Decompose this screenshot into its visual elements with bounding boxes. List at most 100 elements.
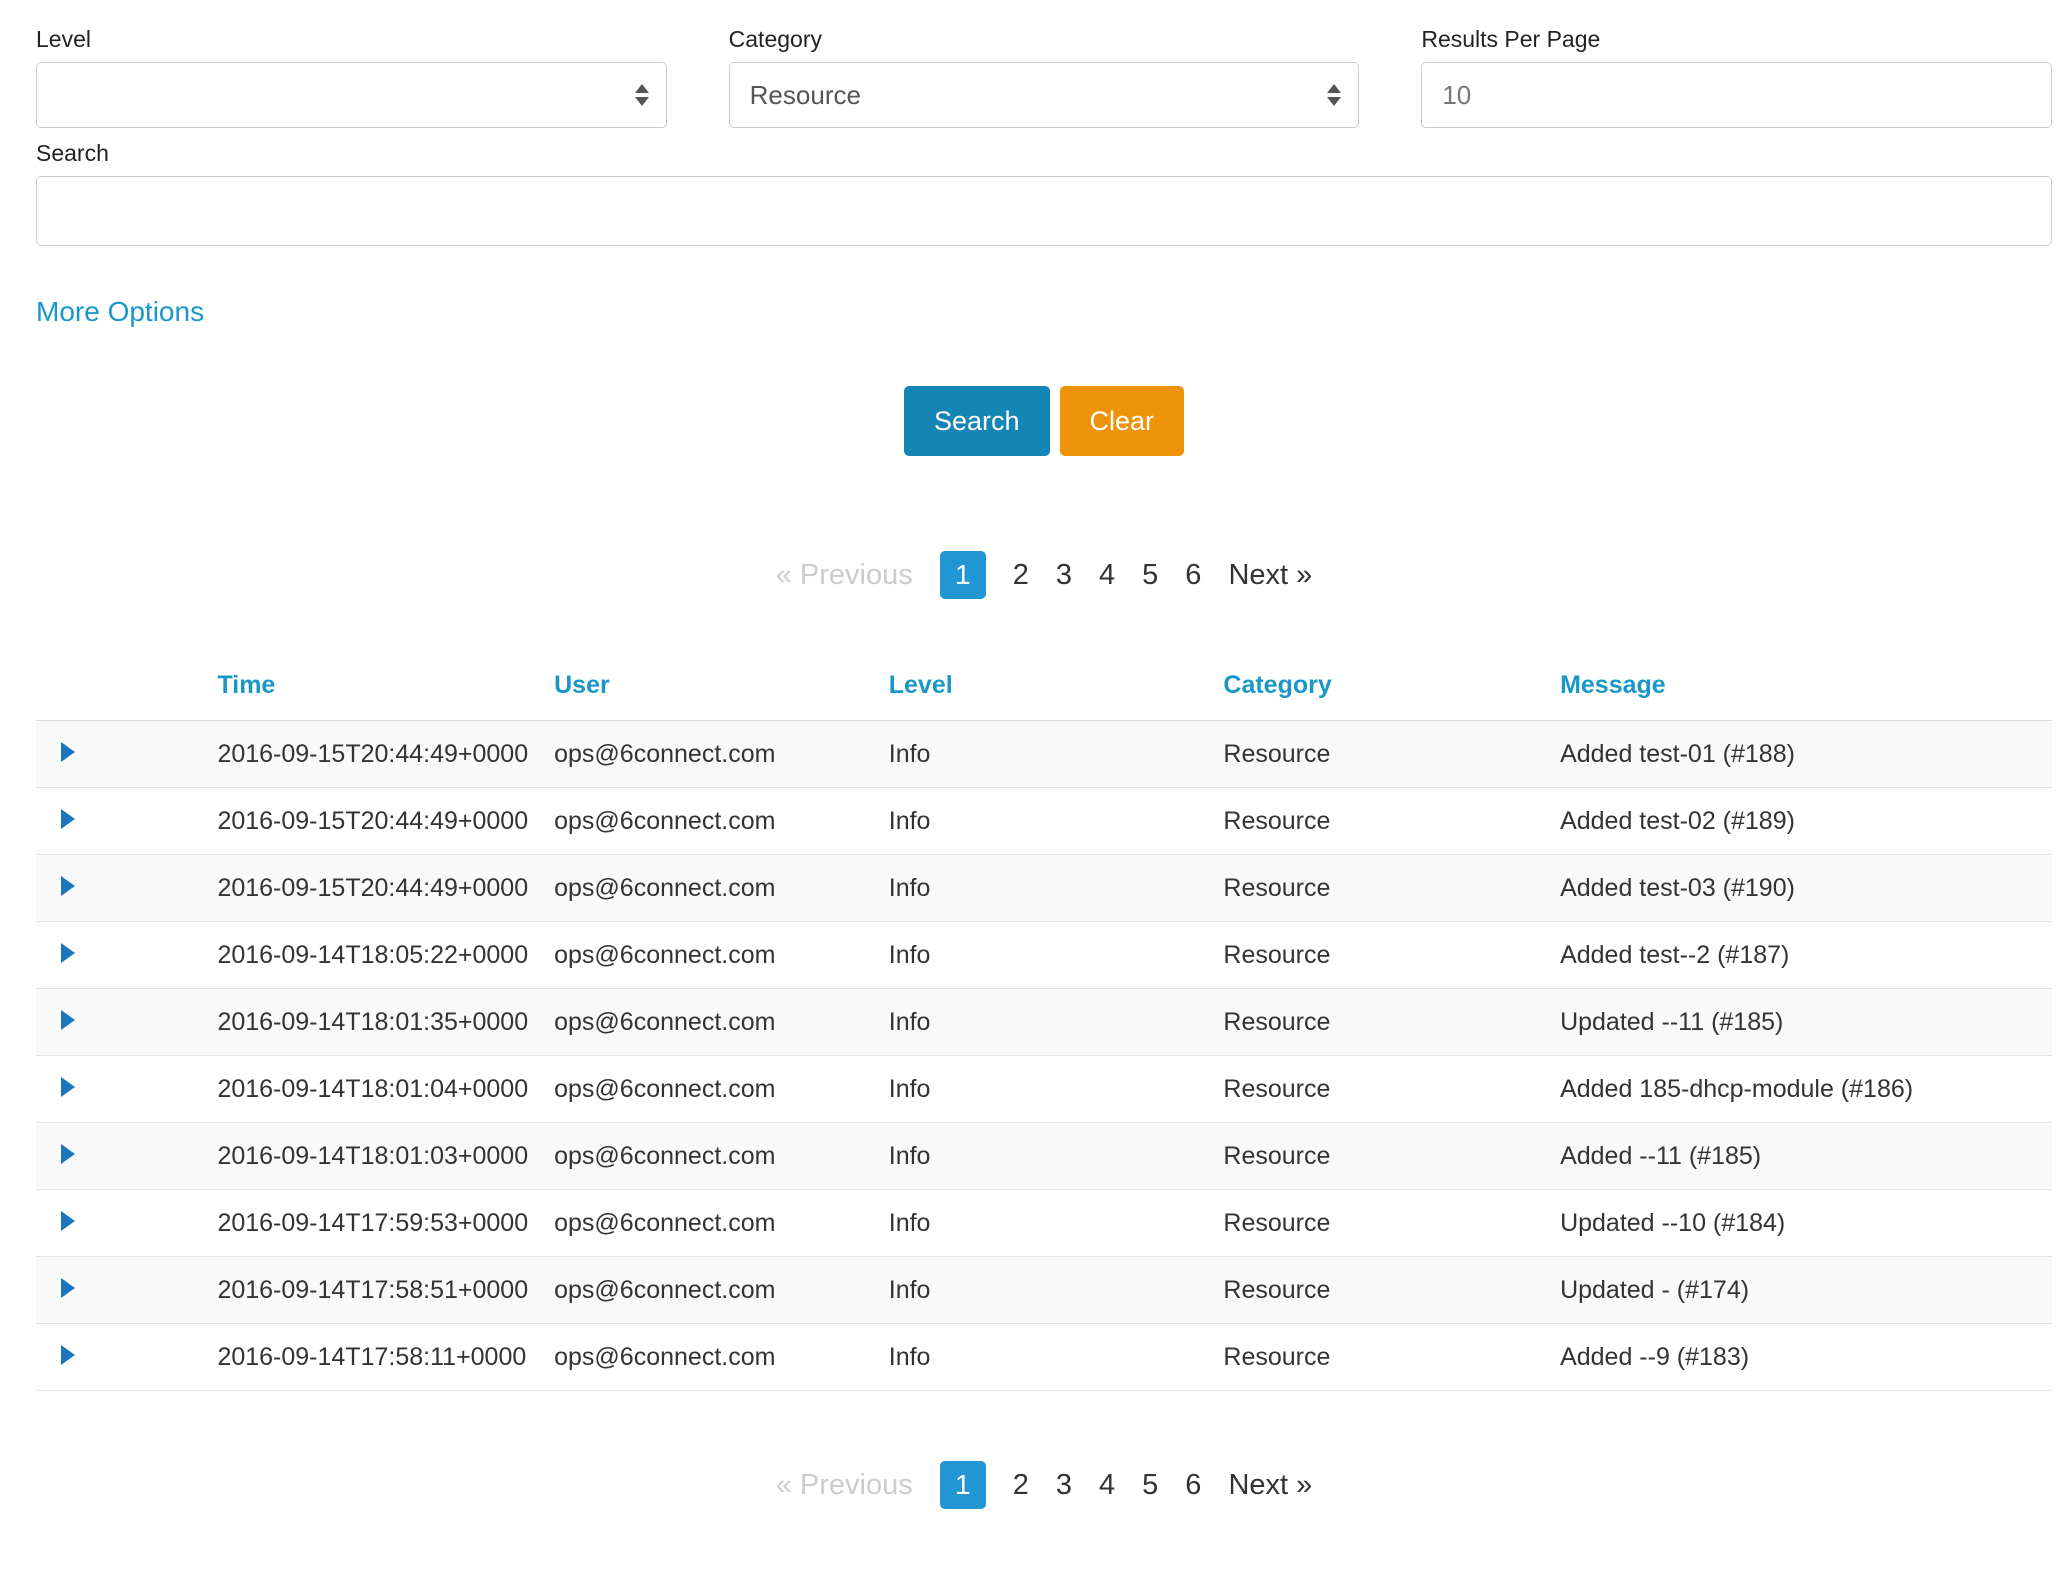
- cell-user: ops@6connect.com: [554, 788, 889, 855]
- header-level: Level: [889, 671, 1224, 721]
- pagination-page-3[interactable]: 3: [1056, 1469, 1072, 1502]
- search-input[interactable]: [36, 176, 2052, 246]
- cell-time: 2016-09-15T20:44:49+0000: [217, 855, 554, 922]
- pagination-page-6[interactable]: 6: [1185, 559, 1201, 592]
- cell-category: Resource: [1223, 1257, 1560, 1324]
- pagination-top: « Previous 123456 Next »: [36, 551, 2052, 599]
- table-row: 2016-09-15T20:44:49+0000 ops@6connect.co…: [36, 855, 2052, 922]
- cell-category: Resource: [1223, 855, 1560, 922]
- cell-user: ops@6connect.com: [554, 989, 889, 1056]
- results-per-page-group: Results Per Page: [1421, 26, 2052, 128]
- category-select-wrap: Resource: [729, 62, 1360, 128]
- level-filter-group: Level: [36, 26, 667, 128]
- results-per-page-input[interactable]: [1421, 62, 2052, 128]
- cell-message: Added test-03 (#190): [1560, 855, 2052, 922]
- expand-row-icon[interactable]: [61, 1278, 75, 1298]
- table-header-row: Time User Level Category Message: [36, 671, 2052, 721]
- pagination-next[interactable]: Next »: [1228, 1469, 1312, 1502]
- results-per-page-label: Results Per Page: [1421, 26, 2052, 53]
- pagination-page-2[interactable]: 2: [1013, 1469, 1029, 1502]
- pagination-previous[interactable]: « Previous: [776, 559, 913, 592]
- cell-message: Updated --11 (#185): [1560, 989, 2052, 1056]
- search-row: Search: [36, 140, 2052, 246]
- expand-row-icon[interactable]: [61, 943, 75, 963]
- cell-user: ops@6connect.com: [554, 1257, 889, 1324]
- cell-time: 2016-09-14T17:59:53+0000: [217, 1190, 554, 1257]
- cell-user: ops@6connect.com: [554, 855, 889, 922]
- cell-level: Info: [889, 922, 1224, 989]
- expand-row-icon[interactable]: [61, 742, 75, 762]
- table-row: 2016-09-14T17:58:11+0000 ops@6connect.co…: [36, 1324, 2052, 1391]
- pagination-next[interactable]: Next »: [1228, 559, 1312, 592]
- cell-user: ops@6connect.com: [554, 1123, 889, 1190]
- cell-user: ops@6connect.com: [554, 1056, 889, 1123]
- cell-time: 2016-09-15T20:44:49+0000: [217, 788, 554, 855]
- cell-time: 2016-09-14T18:05:22+0000: [217, 922, 554, 989]
- expand-row-icon[interactable]: [61, 809, 75, 829]
- expand-cell: [36, 1324, 217, 1391]
- cell-category: Resource: [1223, 1056, 1560, 1123]
- cell-message: Added test-02 (#189): [1560, 788, 2052, 855]
- expand-cell: [36, 1190, 217, 1257]
- header-user: User: [554, 671, 889, 721]
- pagination-page-5[interactable]: 5: [1142, 1469, 1158, 1502]
- log-table-body: 2016-09-15T20:44:49+0000 ops@6connect.co…: [36, 721, 2052, 1391]
- category-label: Category: [729, 26, 1360, 53]
- cell-level: Info: [889, 1123, 1224, 1190]
- expand-row-icon[interactable]: [61, 1211, 75, 1231]
- cell-level: Info: [889, 1324, 1224, 1391]
- cell-message: Added 185-dhcp-module (#186): [1560, 1056, 2052, 1123]
- table-row: 2016-09-14T17:58:51+0000 ops@6connect.co…: [36, 1257, 2052, 1324]
- pagination-page-5[interactable]: 5: [1142, 559, 1158, 592]
- table-row: 2016-09-14T18:01:35+0000 ops@6connect.co…: [36, 989, 2052, 1056]
- cell-level: Info: [889, 1190, 1224, 1257]
- cell-level: Info: [889, 1257, 1224, 1324]
- expand-row-icon[interactable]: [61, 1345, 75, 1365]
- category-select[interactable]: Resource: [729, 62, 1360, 128]
- cell-category: Resource: [1223, 721, 1560, 788]
- cell-message: Updated --10 (#184): [1560, 1190, 2052, 1257]
- filters-row: Level Category Resource Results Per Page: [36, 26, 2052, 128]
- clear-button[interactable]: Clear: [1060, 386, 1185, 456]
- cell-message: Updated - (#174): [1560, 1257, 2052, 1324]
- pagination-page-1[interactable]: 1: [940, 551, 986, 599]
- level-select[interactable]: [36, 62, 667, 128]
- search-button[interactable]: Search: [904, 386, 1050, 456]
- cell-category: Resource: [1223, 788, 1560, 855]
- cell-time: 2016-09-14T17:58:11+0000: [217, 1324, 554, 1391]
- cell-time: 2016-09-14T17:58:51+0000: [217, 1257, 554, 1324]
- cell-category: Resource: [1223, 1123, 1560, 1190]
- pagination-page-6[interactable]: 6: [1185, 1469, 1201, 1502]
- expand-row-icon[interactable]: [61, 1010, 75, 1030]
- expand-cell: [36, 1056, 217, 1123]
- level-select-wrap: [36, 62, 667, 128]
- table-row: 2016-09-14T18:01:04+0000 ops@6connect.co…: [36, 1056, 2052, 1123]
- expand-row-icon[interactable]: [61, 1077, 75, 1097]
- table-row: 2016-09-15T20:44:49+0000 ops@6connect.co…: [36, 721, 2052, 788]
- pagination-page-1[interactable]: 1: [940, 1461, 986, 1509]
- pagination-page-3[interactable]: 3: [1056, 559, 1072, 592]
- cell-message: Added test--2 (#187): [1560, 922, 2052, 989]
- expand-row-icon[interactable]: [61, 876, 75, 896]
- table-row: 2016-09-14T17:59:53+0000 ops@6connect.co…: [36, 1190, 2052, 1257]
- expand-cell: [36, 1123, 217, 1190]
- cell-user: ops@6connect.com: [554, 922, 889, 989]
- pagination-page-4[interactable]: 4: [1099, 1469, 1115, 1502]
- pagination-page-4[interactable]: 4: [1099, 559, 1115, 592]
- cell-level: Info: [889, 855, 1224, 922]
- header-message: Message: [1560, 671, 2052, 721]
- cell-category: Resource: [1223, 1324, 1560, 1391]
- header-expand-spacer: [36, 671, 217, 721]
- more-options-link[interactable]: More Options: [36, 296, 204, 328]
- pagination-previous[interactable]: « Previous: [776, 1469, 913, 1502]
- header-time: Time: [217, 671, 554, 721]
- expand-cell: [36, 989, 217, 1056]
- table-row: 2016-09-14T18:05:22+0000 ops@6connect.co…: [36, 922, 2052, 989]
- expand-cell: [36, 1257, 217, 1324]
- cell-user: ops@6connect.com: [554, 721, 889, 788]
- expand-row-icon[interactable]: [61, 1144, 75, 1164]
- cell-time: 2016-09-14T18:01:03+0000: [217, 1123, 554, 1190]
- cell-level: Info: [889, 721, 1224, 788]
- pagination-page-2[interactable]: 2: [1013, 559, 1029, 592]
- expand-cell: [36, 721, 217, 788]
